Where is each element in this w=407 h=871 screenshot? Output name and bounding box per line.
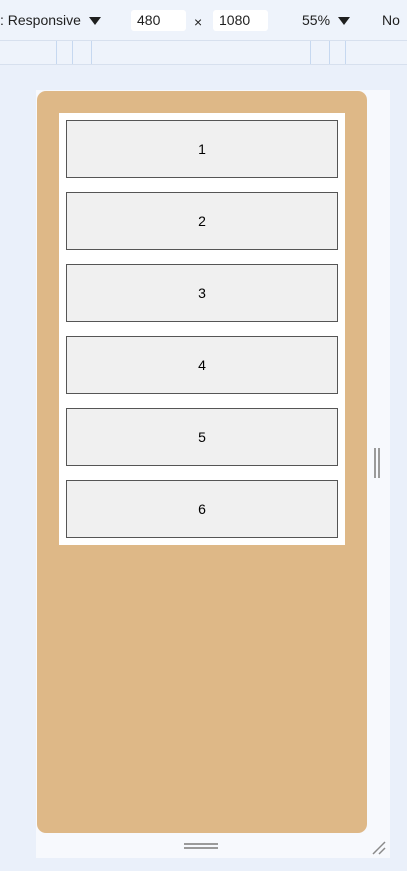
- viewport-height-input[interactable]: [213, 10, 268, 31]
- resize-height-handle[interactable]: [184, 843, 218, 849]
- device-dropdown-icon[interactable]: [89, 17, 101, 25]
- viewport-width-input[interactable]: [131, 10, 186, 31]
- media-query-marker[interactable]: [345, 41, 346, 64]
- dimension-separator: ×: [194, 14, 203, 30]
- list-item: 3: [66, 264, 338, 322]
- list-item: 5: [66, 408, 338, 466]
- list-item: 1: [66, 120, 338, 178]
- media-query-marker[interactable]: [72, 41, 73, 64]
- list-item: 6: [66, 480, 338, 538]
- zoom-dropdown-icon[interactable]: [338, 17, 350, 25]
- media-query-marker[interactable]: [310, 41, 311, 64]
- zoom-selector-label[interactable]: 55%: [302, 12, 330, 28]
- media-query-marker[interactable]: [91, 41, 92, 64]
- device-selector-label[interactable]: : Responsive: [0, 12, 81, 28]
- list-item: 2: [66, 192, 338, 250]
- resize-width-handle[interactable]: [374, 448, 380, 478]
- item-list-panel: 1 2 3 4 5 6: [59, 113, 345, 545]
- media-query-bar[interactable]: [0, 41, 407, 65]
- throttling-selector-label[interactable]: No: [382, 12, 400, 28]
- device-toolbar: : Responsive × 55% No: [0, 0, 407, 41]
- resize-corner-icon[interactable]: [371, 840, 387, 856]
- media-query-marker[interactable]: [329, 41, 330, 64]
- media-query-marker[interactable]: [56, 41, 57, 64]
- list-item: 4: [66, 336, 338, 394]
